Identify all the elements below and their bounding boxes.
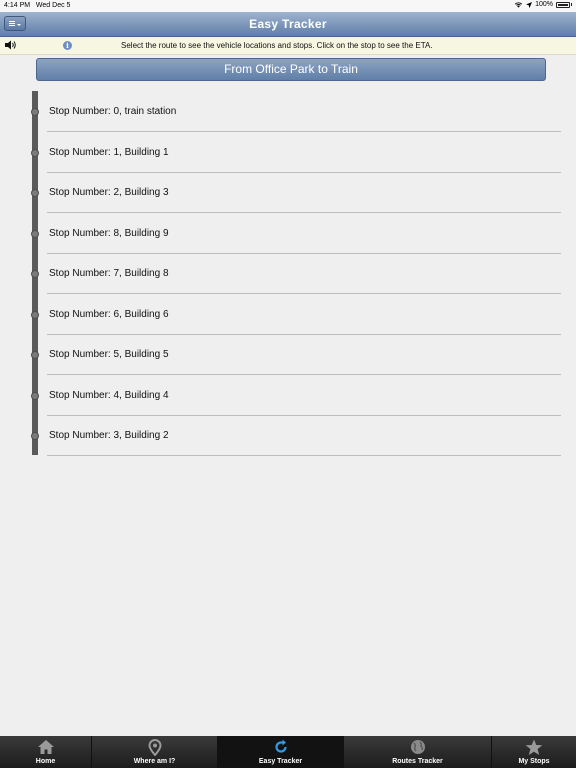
info-message: Select the route to see the vehicle loca… — [121, 41, 433, 50]
tab-label: Home — [35, 758, 56, 765]
tab-easy-tracker[interactable]: Easy Tracker — [218, 736, 344, 768]
status-right: 100% — [514, 1, 572, 8]
tab-home[interactable]: Home — [0, 736, 92, 768]
star-icon — [525, 739, 543, 755]
stop-marker-icon — [31, 108, 39, 116]
stop-marker-icon — [31, 351, 39, 359]
battery-percent: 100% — [535, 1, 553, 8]
tab-label: Easy Tracker — [258, 758, 303, 765]
stop-marker-icon — [31, 189, 39, 197]
stop-marker-icon — [31, 391, 39, 400]
stop-label: Stop Number: 5, Building 5 — [49, 349, 169, 360]
location-arrow-icon — [526, 1, 533, 8]
tab-label: Routes Tracker — [392, 758, 443, 765]
tab-bar: Home Where am I? Easy Tracker Routes Tra… — [0, 736, 576, 768]
stop-label: Stop Number: 6, Building 6 — [49, 308, 169, 320]
stop-label: Stop Number: 2, Building 3 — [49, 187, 169, 198]
nav-bar: Easy Tracker — [0, 12, 576, 37]
stop-row[interactable]: Stop Number: 4, Building 4 — [0, 375, 576, 416]
battery-icon — [556, 1, 570, 8]
stop-row[interactable]: Stop Number: 6, Building 6 — [0, 294, 576, 335]
stop-label: Stop Number: 7, Building 8 — [49, 268, 169, 279]
stop-marker-icon — [31, 432, 39, 440]
stop-label: Stop Number: 0, train station — [49, 106, 177, 117]
speaker-icon[interactable] — [5, 40, 17, 50]
stop-row[interactable]: Stop Number: 2, Building 3 — [0, 172, 576, 213]
page-title: Easy Tracker — [249, 17, 327, 31]
stop-label: Stop Number: 8, Building 9 — [49, 227, 169, 239]
stop-row[interactable]: Stop Number: 1, Building 1 — [0, 132, 576, 173]
info-icon[interactable]: i — [63, 41, 72, 50]
stop-row[interactable]: Stop Number: 5, Building 5 — [0, 334, 576, 375]
tab-label: My Stops — [518, 758, 550, 765]
stop-marker-icon — [31, 270, 39, 278]
globe-icon — [410, 740, 425, 754]
stop-row[interactable]: Stop Number: 8, Building 9 — [0, 213, 576, 254]
tab-label: Where am I? — [133, 758, 176, 765]
home-icon — [37, 740, 54, 754]
stop-row[interactable]: Stop Number: 0, train station — [0, 91, 576, 132]
stop-marker-icon — [31, 229, 39, 238]
status-time: 4:14 PM Wed Dec 5 — [4, 2, 71, 9]
location-pin-icon — [147, 739, 162, 756]
stop-label: Stop Number: 3, Building 2 — [49, 430, 169, 441]
status-date: Wed Dec 5 — [35, 2, 71, 9]
tab-routes-tracker[interactable]: Routes Tracker — [344, 736, 492, 768]
stop-row[interactable]: Stop Number: 7, Building 8 — [0, 253, 576, 294]
stop-marker-icon — [31, 310, 39, 319]
stop-divider — [47, 455, 561, 456]
refresh-icon — [274, 739, 287, 753]
stop-marker-icon — [31, 148, 39, 157]
route-button[interactable]: From Office Park to Train — [36, 58, 546, 81]
stop-label: Stop Number: 4, Building 4 — [49, 389, 169, 401]
tab-where-am-i[interactable]: Where am I? — [92, 736, 218, 768]
tab-my-stops[interactable]: My Stops — [492, 736, 576, 768]
stop-label: Stop Number: 1, Building 1 — [49, 146, 169, 158]
status-bar: 4:14 PM Wed Dec 5 100% — [0, 0, 576, 12]
stop-row[interactable]: Stop Number: 3, Building 2 — [0, 415, 576, 456]
info-bar: i Select the route to see the vehicle lo… — [0, 37, 576, 55]
wifi-icon — [514, 2, 523, 8]
